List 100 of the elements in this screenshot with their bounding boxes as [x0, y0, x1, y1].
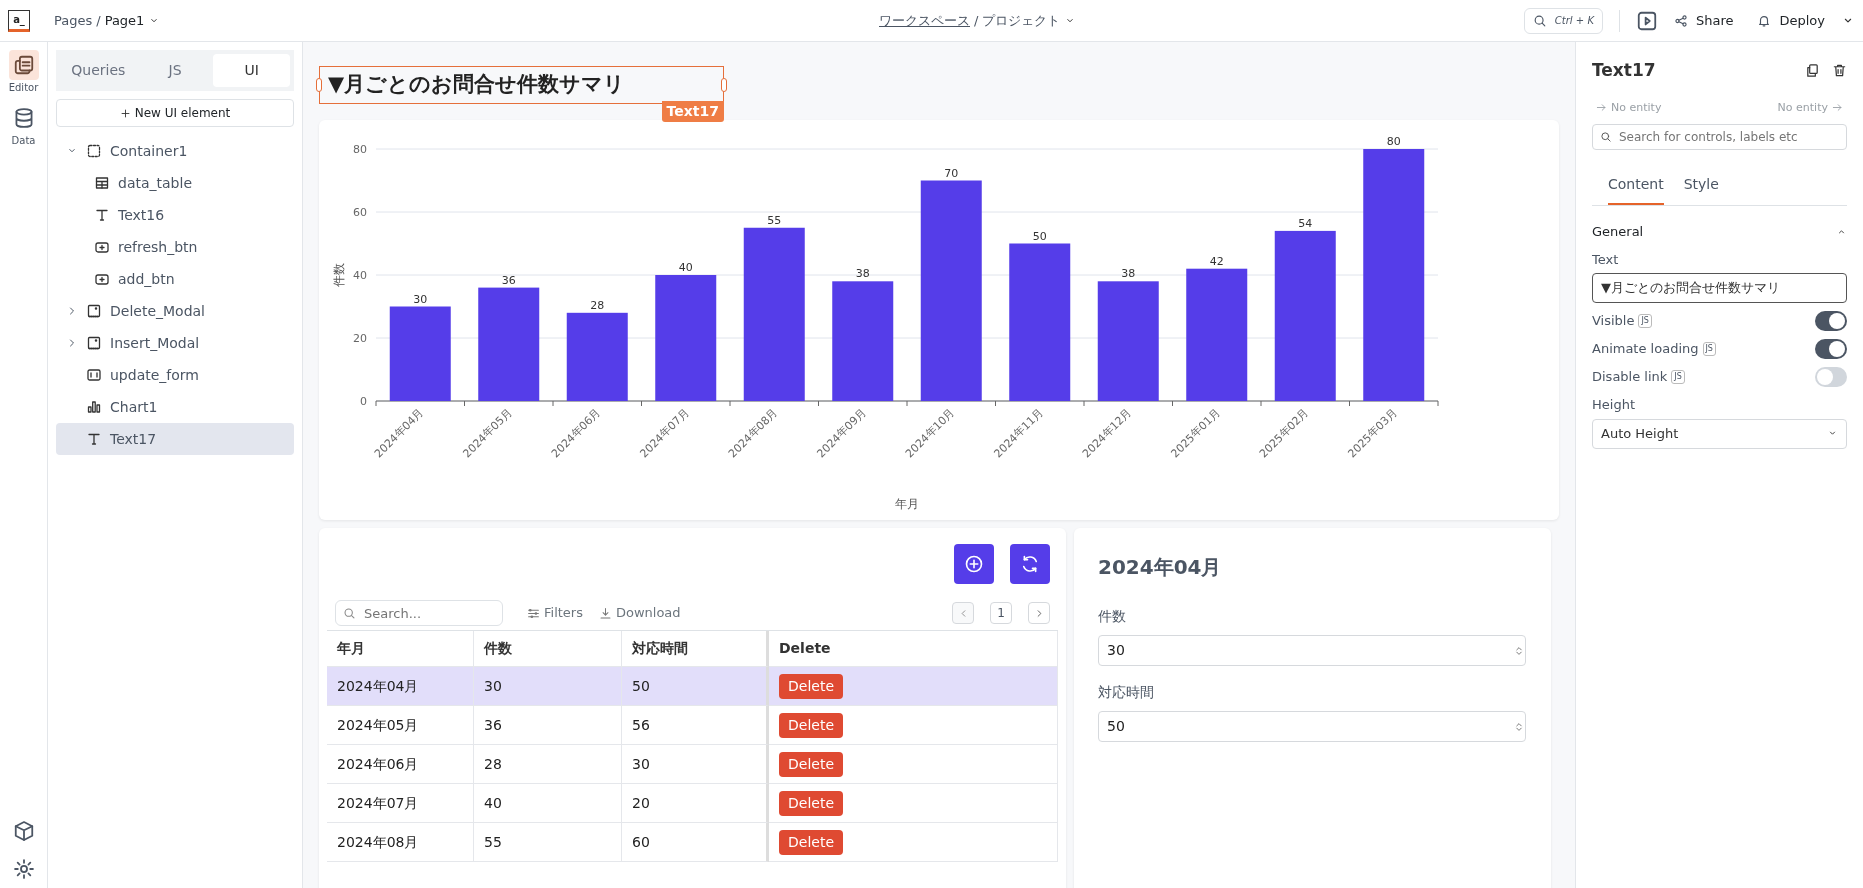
download-button[interactable]: Download: [598, 603, 681, 623]
refresh-button[interactable]: [1010, 544, 1050, 584]
property-search-field[interactable]: Search for controls, labels etc: [1592, 124, 1847, 150]
delete-button[interactable]: Delete: [779, 712, 843, 738]
text-icon: [86, 431, 102, 447]
property-tab[interactable]: Style: [1683, 166, 1719, 205]
bar[interactable]: [566, 312, 628, 401]
tree-item[interactable]: update_form: [56, 359, 294, 391]
panel-title: Text17: [1592, 59, 1657, 82]
button-icon: [94, 239, 110, 255]
property-label: Disable link: [1592, 368, 1668, 387]
delete-button[interactable]: Delete: [779, 751, 843, 777]
sidebar-tab[interactable]: JS: [136, 54, 214, 87]
page-number[interactable]: 1: [990, 602, 1012, 624]
data-label: 28: [590, 298, 605, 312]
property-label: Visible: [1592, 312, 1635, 331]
data-label: 80: [1386, 135, 1401, 148]
height-select[interactable]: Auto Height: [1592, 418, 1847, 449]
bar[interactable]: [1186, 268, 1248, 401]
toggle-switch[interactable]: [1815, 367, 1847, 387]
table-cell: 40: [474, 784, 622, 823]
bar[interactable]: [743, 227, 805, 401]
share-icon: [1673, 13, 1688, 28]
bar[interactable]: [920, 180, 982, 401]
heading-text: ▼月ごとのお問合せ件数サマリ: [328, 71, 626, 99]
table-cell: 50: [622, 667, 769, 706]
shortcut-hint: Ctrl + K: [1554, 14, 1594, 28]
page-name[interactable]: Page1: [104, 10, 145, 31]
play-icon[interactable]: [1635, 9, 1658, 32]
tree-item[interactable]: Text16: [56, 199, 294, 231]
bar[interactable]: [389, 306, 451, 401]
text-input[interactable]: ▼月ごとのお問合せ件数サマリ: [1592, 273, 1847, 303]
sidebar-tab[interactable]: Queries: [60, 54, 137, 87]
add-icon: [964, 554, 984, 574]
x-axis-title: 年月: [895, 497, 919, 511]
bar[interactable]: [1274, 230, 1336, 401]
form-title: 2024年04月: [1098, 554, 1223, 581]
bar[interactable]: [478, 287, 540, 401]
rail-label: Editor: [8, 81, 39, 95]
delete-button[interactable]: Delete: [779, 673, 843, 699]
download-icon: [598, 606, 612, 620]
filters-button[interactable]: Filters: [527, 603, 583, 623]
tree-item[interactable]: add_btn: [56, 263, 294, 295]
number-input[interactable]: 50: [1098, 711, 1526, 742]
form-icon: [86, 367, 102, 383]
new-ui-element-button[interactable]: New UI element: [56, 99, 294, 127]
delete-button[interactable]: Delete: [779, 829, 843, 855]
cube-icon[interactable]: [12, 820, 35, 842]
tree-item[interactable]: Text17: [56, 423, 294, 455]
y-tick-label: 60: [353, 206, 367, 219]
tree-item[interactable]: data_table: [56, 167, 294, 199]
workspace-link[interactable]: ワークスペース: [879, 10, 970, 31]
breadcrumb-separator: /: [974, 11, 979, 30]
number-input[interactable]: 30: [1098, 635, 1526, 666]
data-label: 40: [678, 261, 693, 274]
selection-tag: Text17: [661, 101, 724, 122]
breadcrumb-link[interactable]: Pages: [54, 10, 93, 31]
js-badge[interactable]: JS: [1638, 314, 1652, 328]
settings-icon[interactable]: [12, 858, 35, 880]
table-search-field[interactable]: Search...: [335, 600, 503, 626]
property-label: Animate loading: [1592, 340, 1699, 359]
tree-item[interactable]: Chart1: [56, 391, 294, 423]
data-label: 36: [501, 273, 516, 287]
js-badge[interactable]: JS: [1671, 370, 1685, 384]
table-cell: 60: [622, 823, 769, 862]
container-icon: [86, 143, 102, 159]
sidebar-tab[interactable]: UI: [213, 54, 290, 87]
copy-icon[interactable]: [1805, 63, 1820, 79]
table-cell: 2024年05月: [327, 706, 474, 745]
trash-icon[interactable]: [1832, 63, 1847, 79]
property-tab[interactable]: Content: [1608, 166, 1664, 205]
y-tick-label: 20: [353, 332, 367, 345]
bar[interactable]: [1009, 243, 1071, 401]
data-label: 70: [944, 166, 959, 180]
logo[interactable]: a_: [8, 9, 30, 32]
modal-icon: [86, 303, 102, 319]
y-axis-title: 件数: [332, 263, 346, 287]
tree-item[interactable]: refresh_btn: [56, 231, 294, 263]
resize-handle[interactable]: [721, 78, 727, 92]
search-icon: [343, 606, 356, 620]
search-button[interactable]: Ctrl + K: [1523, 7, 1603, 34]
table-cell: 30: [474, 667, 622, 706]
toggle-switch[interactable]: [1815, 339, 1847, 359]
project-name[interactable]: プロジェクト: [982, 10, 1061, 31]
chart-icon: [86, 399, 102, 415]
share-button[interactable]: Share: [1673, 10, 1734, 31]
resize-handle[interactable]: [316, 78, 322, 92]
table-cell: 28: [474, 745, 622, 784]
tree-item[interactable]: Insert_Modal: [56, 327, 294, 359]
tree-item[interactable]: Delete_Modal: [56, 295, 294, 327]
delete-button[interactable]: Delete: [779, 790, 843, 816]
y-tick-label: 0: [360, 395, 367, 408]
rail-tab[interactable]: [8, 50, 39, 80]
table-cell: 36: [474, 706, 622, 745]
tree-item[interactable]: Container1: [56, 135, 294, 167]
deploy-button[interactable]: Deploy: [1757, 10, 1825, 31]
add-button[interactable]: [954, 544, 994, 584]
toggle-switch[interactable]: [1815, 311, 1847, 331]
filter-icon: [527, 606, 540, 620]
js-badge[interactable]: JS: [1702, 342, 1716, 356]
